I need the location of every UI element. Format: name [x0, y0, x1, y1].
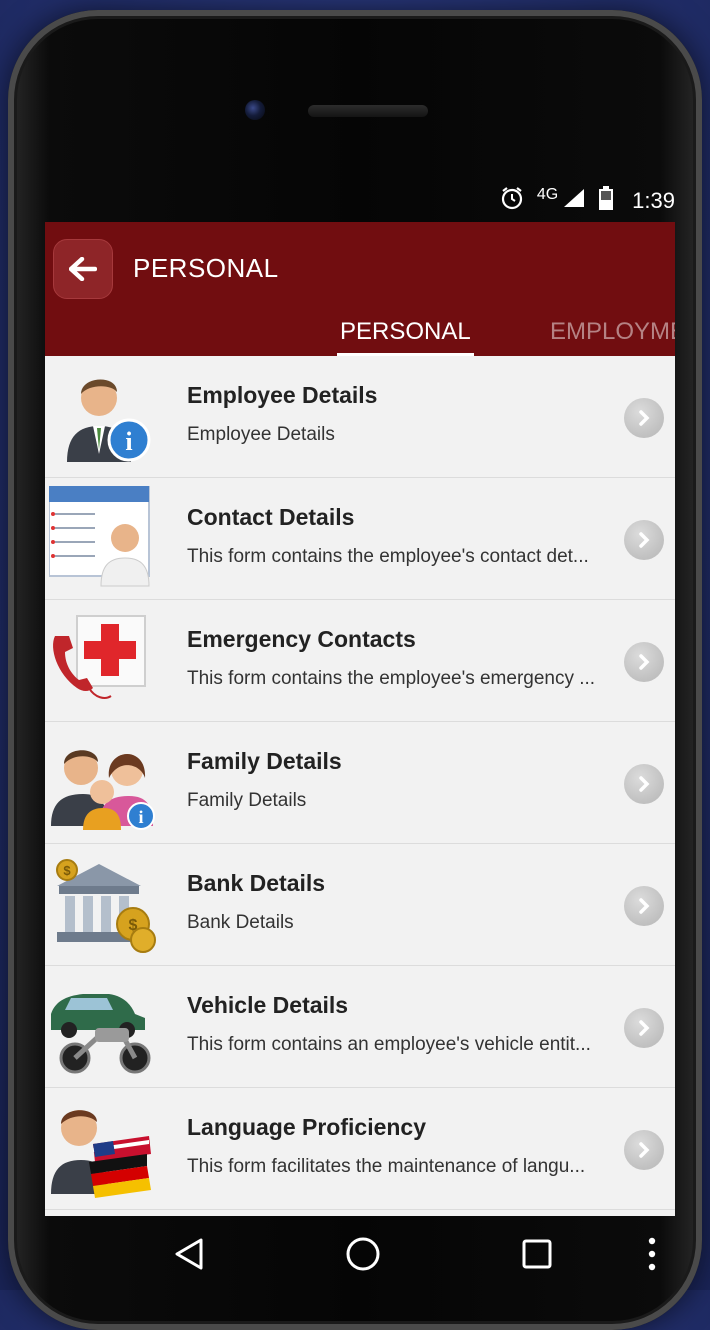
item-title: Emergency Contacts	[187, 626, 416, 652]
item-description: This form contains the employee's emerge…	[187, 668, 596, 689]
item-description: This form contains an employee's vehicle…	[187, 1034, 591, 1055]
nav-overflow-button[interactable]	[630, 1232, 674, 1276]
tab-personal[interactable]: PERSONAL	[337, 318, 474, 357]
status-bar: 4G 1:39	[440, 182, 675, 220]
svg-text:i: i	[138, 807, 143, 827]
page-title: PERSONAL	[133, 253, 279, 283]
list-item-emergency-contacts[interactable]: Emergency Contacts This form contains th…	[45, 600, 675, 722]
item-title: Bank Details	[187, 870, 326, 896]
tab-label: EMPLOYME	[550, 318, 675, 345]
list-item-vehicle-details[interactable]: Vehicle Details This form contains an em…	[45, 966, 675, 1088]
chevron-right-icon[interactable]	[624, 1130, 664, 1170]
svg-text:i: i	[125, 427, 132, 456]
item-title: Vehicle Details	[187, 992, 349, 1018]
item-title: Language Proficiency	[187, 1114, 427, 1140]
app-bar: PERSONAL PERSONAL EMPLOYME	[45, 222, 675, 357]
contact-card-icon	[48, 485, 157, 590]
tab-label: PERSONAL	[340, 318, 471, 345]
item-description: This form contains the employee's contac…	[187, 546, 589, 567]
chevron-right-icon[interactable]	[624, 886, 664, 926]
chevron-right-icon[interactable]	[624, 398, 664, 438]
svg-text:$: $	[63, 863, 71, 878]
earpiece-speaker	[308, 105, 428, 117]
bank-icon: $ $	[49, 852, 157, 956]
clock: 1:39	[632, 188, 675, 213]
back-button[interactable]	[53, 239, 113, 299]
nav-back-button[interactable]	[167, 1232, 211, 1276]
nav-recents-button[interactable]	[515, 1232, 559, 1276]
vehicle-icon	[49, 974, 157, 1078]
alarm-icon	[499, 185, 525, 217]
chevron-right-icon[interactable]	[624, 642, 664, 682]
triangle-back-icon	[175, 1238, 203, 1270]
chevron-right-icon[interactable]	[624, 520, 664, 560]
signal-icon	[562, 187, 586, 215]
item-description: Family Details	[187, 790, 307, 811]
item-description: Bank Details	[187, 912, 294, 933]
employee-info-icon: i	[49, 364, 157, 468]
language-flags-icon	[49, 1096, 157, 1200]
battery-icon	[598, 186, 614, 216]
item-title: Family Details	[187, 748, 342, 774]
chevron-right-icon[interactable]	[624, 1008, 664, 1048]
form-list: i Employee Details Employee Details Cont…	[45, 356, 675, 1210]
list-item-language-proficiency[interactable]: Language Proficiency This form facilitat…	[45, 1088, 675, 1210]
app-screen: PERSONAL PERSONAL EMPLOYME i Employee De…	[45, 222, 675, 1216]
item-title: Contact Details	[187, 504, 355, 530]
family-icon: i	[49, 730, 157, 834]
tab-employment[interactable]: EMPLOYME	[550, 318, 675, 346]
more-vertical-icon	[648, 1237, 656, 1271]
circle-home-icon	[346, 1237, 380, 1271]
list-item-contact-details[interactable]: Contact Details This form contains the e…	[45, 478, 675, 600]
arrow-left-icon	[69, 257, 97, 281]
list-item-family-details[interactable]: i Family Details Family Details	[45, 722, 675, 844]
system-nav-bar	[45, 1218, 675, 1290]
list-item-bank-details[interactable]: $ $ Bank Details Bank Details	[45, 844, 675, 966]
nav-home-button[interactable]	[341, 1232, 385, 1276]
square-recents-icon	[522, 1239, 552, 1269]
network-type: 4G	[536, 186, 559, 203]
item-description: Employee Details	[187, 424, 335, 445]
emergency-phone-icon	[49, 608, 157, 712]
front-camera	[245, 100, 265, 120]
chevron-right-icon[interactable]	[624, 764, 664, 804]
item-title: Employee Details	[187, 382, 378, 408]
item-description: This form facilitates the maintenance of…	[187, 1156, 586, 1177]
list-item-employee-details[interactable]: i Employee Details Employee Details	[45, 356, 675, 478]
